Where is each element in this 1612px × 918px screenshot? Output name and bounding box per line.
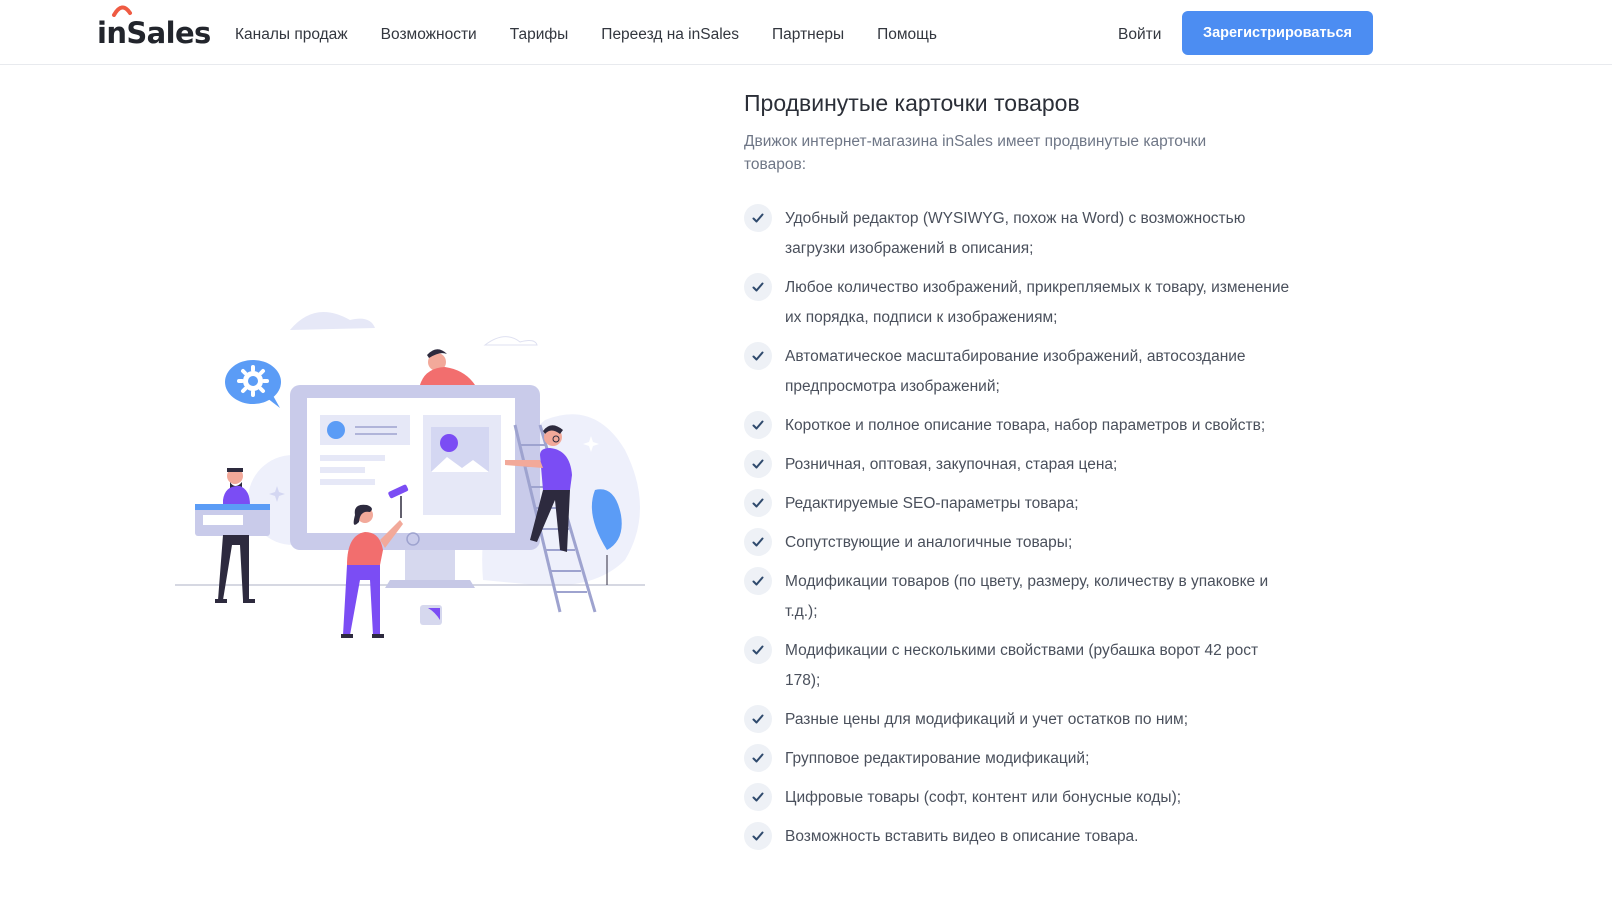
feature-text: Розничная, оптовая, закупочная, старая ц…: [785, 456, 1118, 473]
signup-button[interactable]: Зарегистрироваться: [1182, 11, 1373, 55]
feature-item: Возможность вставить видео в описание то…: [744, 822, 1304, 852]
product-cards-section: Продвинутые карточки товаров Движок инте…: [744, 88, 1304, 861]
feature-item: Розничная, оптовая, закупочная, старая ц…: [744, 450, 1304, 480]
check-icon: [744, 273, 772, 301]
check-icon: [744, 636, 772, 664]
feature-text: Цифровые товары (софт, контент или бонус…: [785, 789, 1182, 806]
logo-text: inSales: [97, 16, 211, 50]
nav-item-partners[interactable]: Партнеры: [772, 24, 844, 46]
feature-text: Модификации с несколькими свойствами (ру…: [785, 642, 1259, 689]
section-subtitle: Движок интернет-магазина inSales имеет п…: [744, 133, 1207, 173]
feature-text: Модификации товаров (по цвету, размеру, …: [785, 573, 1269, 620]
check-icon: [744, 567, 772, 595]
check-icon: [744, 489, 772, 517]
feature-text: Сопутствующие и аналогичные товары;: [785, 534, 1073, 551]
nav-item-features[interactable]: Возможности: [381, 24, 477, 46]
feature-text: Возможность вставить видео в описание то…: [785, 828, 1139, 845]
feature-item: Редактируемые SEO-параметры товара;: [744, 489, 1304, 519]
check-icon: [744, 783, 772, 811]
feature-item: Разные цены для модификаций и учет остат…: [744, 705, 1304, 735]
login-link[interactable]: Войти: [1118, 24, 1161, 46]
feature-item: Цифровые товары (софт, контент или бонус…: [744, 783, 1304, 813]
check-icon: [744, 744, 772, 772]
feature-list: Удобный редактор (WYSIWYG, похож на Word…: [744, 204, 1304, 852]
feature-text: Разные цены для модификаций и учет остат…: [785, 711, 1189, 728]
feature-item: Модификации товаров (по цвету, размеру, …: [744, 567, 1304, 627]
product-cards-illustration: [175, 300, 675, 660]
insales-logo[interactable]: inSales: [97, 5, 211, 50]
feature-item: Групповое редактирование модификаций;: [744, 744, 1304, 774]
feature-text: Автоматическое масштабирование изображен…: [785, 348, 1246, 395]
check-icon: [744, 342, 772, 370]
feature-item: Автоматическое масштабирование изображен…: [744, 342, 1304, 402]
feature-item: Короткое и полное описание товара, набор…: [744, 411, 1304, 441]
check-icon: [744, 705, 772, 733]
feature-item: Удобный редактор (WYSIWYG, похож на Word…: [744, 204, 1304, 264]
check-icon: [744, 822, 772, 850]
check-icon: [744, 450, 772, 478]
nav-item-migration[interactable]: Переезд на inSales: [601, 24, 739, 46]
feature-text: Короткое и полное описание товара, набор…: [785, 417, 1266, 434]
nav-item-sales-channels[interactable]: Каналы продаж: [235, 24, 348, 46]
logo-arc-icon: [112, 5, 132, 17]
check-icon: [744, 411, 772, 439]
check-icon: [744, 204, 772, 232]
feature-text: Групповое редактирование модификаций;: [785, 750, 1090, 767]
feature-item: Сопутствующие и аналогичные товары;: [744, 528, 1304, 558]
main-nav: Каналы продаж Возможности Тарифы Переезд…: [235, 24, 970, 46]
feature-text: Удобный редактор (WYSIWYG, похож на Word…: [785, 210, 1246, 257]
team-building-website-illustration: [175, 312, 645, 638]
nav-item-pricing[interactable]: Тарифы: [510, 24, 569, 46]
feature-text: Любое количество изображений, прикрепляе…: [785, 279, 1290, 326]
check-icon: [744, 528, 772, 556]
nav-item-help[interactable]: Помощь: [877, 24, 937, 46]
gear-icon: [225, 360, 281, 408]
section-title: Продвинутые карточки товаров: [744, 90, 1080, 116]
feature-text: Редактируемые SEO-параметры товара;: [785, 495, 1079, 512]
feature-item: Любое количество изображений, прикрепляе…: [744, 273, 1304, 333]
feature-item: Модификации с несколькими свойствами (ру…: [744, 636, 1304, 696]
site-header: inSales Каналы продаж Возможности Тарифы…: [0, 0, 1612, 65]
